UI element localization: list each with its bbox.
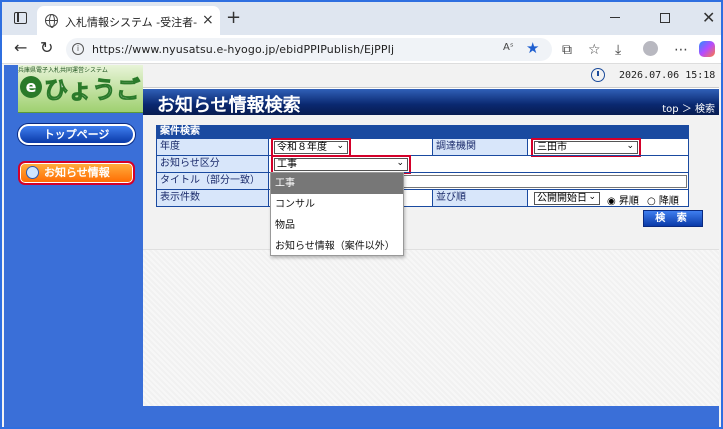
info-link-icon bbox=[26, 166, 39, 179]
agency-label: 調達機関 bbox=[432, 139, 528, 155]
category-select[interactable]: 工事 ⌄ bbox=[271, 155, 411, 174]
footer-band bbox=[143, 406, 719, 427]
search-form: 案件検索 年度 令和８年度 ⌄ 調達機関 三田市 ⌄ お知らせ区分 工事 ⌄ タ… bbox=[156, 125, 689, 207]
category-label: お知らせ区分 bbox=[157, 156, 269, 172]
form-row-category: お知らせ区分 工事 ⌄ bbox=[157, 155, 688, 174]
dropdown-option[interactable]: 工事 bbox=[271, 173, 403, 194]
close-window-icon[interactable]: ✕ bbox=[702, 8, 715, 27]
year-label: 年度 bbox=[157, 139, 269, 155]
desc-radio[interactable]: ○ 降順 bbox=[647, 192, 679, 207]
search-button[interactable]: 検 索 bbox=[643, 210, 703, 227]
browser-tab[interactable]: 入札情報システム -受注者- × bbox=[37, 6, 220, 35]
title-label: タイトル（部分一致） bbox=[157, 173, 269, 189]
count-label: 表示件数 bbox=[157, 190, 269, 206]
read-aloud-icon[interactable]: Aˢ bbox=[503, 42, 514, 53]
profile-avatar[interactable] bbox=[643, 41, 658, 56]
browser-window: 入札情報システム -受注者- × + ✕ ← ↻ i https://www.n… bbox=[0, 0, 723, 429]
main-content: 案件検索 年度 令和８年度 ⌄ 調達機関 三田市 ⌄ お知らせ区分 工事 ⌄ タ… bbox=[143, 115, 719, 406]
more-menu-icon[interactable]: ⋯ bbox=[674, 42, 688, 58]
logo-title: ひょうご bbox=[44, 76, 141, 105]
top-page-button[interactable]: トップページ bbox=[18, 124, 135, 145]
dropdown-option[interactable]: コンサル bbox=[271, 194, 403, 215]
order-select[interactable]: 公開開始日 ⌄ bbox=[534, 192, 600, 205]
form-row-year: 年度 令和８年度 ⌄ 調達機関 三田市 ⌄ bbox=[157, 138, 688, 157]
sidebar-toggle-icon[interactable] bbox=[14, 12, 27, 24]
chevron-down-icon: ⌄ bbox=[626, 141, 634, 151]
address-bar-row: ← ↻ i https://www.nyusatsu.e-hyogo.jp/eb… bbox=[2, 35, 721, 64]
tab-bar: 入札情報システム -受注者- × + ✕ bbox=[2, 2, 721, 35]
agency-select[interactable]: 三田市 ⌄ bbox=[531, 138, 641, 157]
favorites-icon[interactable]: ☆ bbox=[588, 42, 601, 58]
reload-icon[interactable]: ↻ bbox=[40, 38, 53, 57]
form-row-count: 表示件数 並び順 公開開始日 ⌄ ◉ 昇順 ○ 降順 bbox=[157, 189, 688, 207]
left-sidebar: 兵庫県電子入札共同運営システム e ひょうご トップページ お知らせ情報 bbox=[4, 65, 145, 427]
logo-e-mark: e bbox=[20, 76, 42, 98]
chevron-down-icon: ⌄ bbox=[336, 141, 344, 151]
tab-title: 入札情報システム -受注者- bbox=[65, 16, 198, 29]
asc-radio[interactable]: ◉ 昇順 bbox=[607, 192, 639, 207]
tab-close-icon[interactable]: × bbox=[202, 12, 214, 28]
favorite-star-icon[interactable]: ★ bbox=[526, 39, 539, 57]
address-bar[interactable]: i https://www.nyusatsu.e-hyogo.jp/ebidPP… bbox=[66, 38, 552, 61]
copilot-icon[interactable] bbox=[699, 41, 715, 57]
order-label: 並び順 bbox=[432, 190, 528, 206]
category-value: 工事 bbox=[277, 159, 297, 170]
order-value: 公開開始日 bbox=[537, 193, 587, 204]
content-background bbox=[143, 249, 719, 406]
year-value: 令和８年度 bbox=[277, 142, 327, 153]
info-button-label: お知らせ情報 bbox=[44, 166, 110, 179]
clock-icon bbox=[591, 68, 605, 82]
back-icon[interactable]: ← bbox=[14, 38, 27, 57]
breadcrumb[interactable]: top ＞ 検索 bbox=[662, 100, 715, 115]
maximize-icon[interactable] bbox=[660, 13, 670, 23]
datetime: 2026.07.06 15:18 bbox=[619, 70, 716, 81]
category-dropdown-list[interactable]: 工事 コンサル 物品 お知らせ情報（案件以外） bbox=[270, 172, 404, 256]
minimize-icon[interactable] bbox=[610, 17, 620, 19]
chevron-down-icon: ⌄ bbox=[396, 158, 404, 168]
form-section-title: 案件検索 bbox=[157, 126, 688, 138]
agency-value: 三田市 bbox=[537, 142, 567, 153]
asc-label: 昇順 bbox=[618, 196, 639, 207]
site-logo[interactable]: 兵庫県電子入札共同運営システム e ひょうご bbox=[18, 65, 145, 113]
url-text[interactable]: https://www.nyusatsu.e-hyogo.jp/ebidPPIP… bbox=[92, 43, 394, 56]
chevron-down-icon: ⌄ bbox=[588, 192, 596, 202]
form-row-title: タイトル（部分一致） bbox=[157, 172, 688, 189]
year-select[interactable]: 令和８年度 ⌄ bbox=[271, 138, 351, 157]
page-title: お知らせ情報検索 bbox=[157, 95, 301, 116]
globe-icon bbox=[45, 14, 58, 28]
downloads-icon[interactable]: ⤓ bbox=[615, 42, 621, 58]
header-strip: 2026.07.06 15:18 bbox=[143, 65, 719, 88]
info-button[interactable]: お知らせ情報 bbox=[18, 161, 135, 185]
dropdown-option[interactable]: お知らせ情報（案件以外） bbox=[271, 236, 403, 257]
desc-label: 降順 bbox=[658, 196, 679, 207]
site-info-icon[interactable]: i bbox=[72, 43, 84, 55]
dropdown-option[interactable]: 物品 bbox=[271, 215, 403, 236]
title-bar: お知らせ情報検索 top ＞ 検索 bbox=[143, 88, 719, 116]
extensions-icon[interactable]: ⧉ bbox=[562, 42, 572, 58]
new-tab-button[interactable]: + bbox=[226, 7, 241, 28]
